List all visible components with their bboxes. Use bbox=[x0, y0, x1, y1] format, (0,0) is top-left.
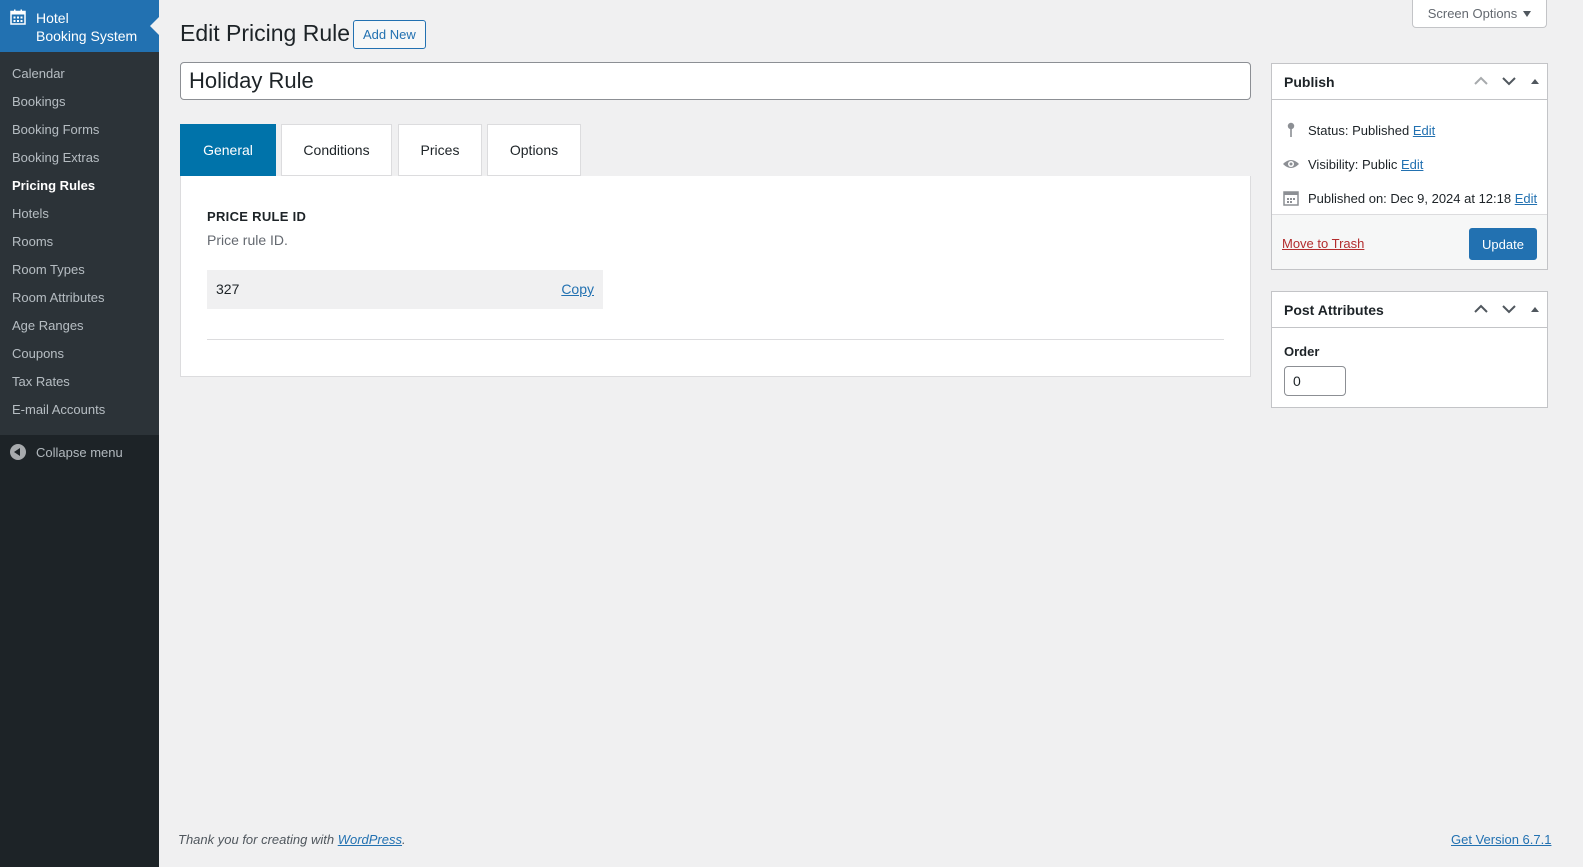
price-rule-id-value: 327 bbox=[216, 281, 240, 297]
sidebar-item-tax-rates[interactable]: Tax Rates bbox=[0, 369, 159, 397]
sidebar-item-pricing-rules[interactable]: Pricing Rules bbox=[0, 173, 159, 201]
sidebar-item-coupons[interactable]: Coupons bbox=[0, 341, 159, 369]
publish-box-title: Publish bbox=[1284, 74, 1335, 90]
post-title-input[interactable] bbox=[180, 62, 1251, 100]
published-on-value: Dec 9, 2024 at 12:18 bbox=[1390, 190, 1512, 206]
edit-date-link[interactable]: Edit bbox=[1515, 191, 1537, 206]
copy-link[interactable]: Copy bbox=[561, 281, 594, 297]
sidebar-item-age-ranges[interactable]: Age Ranges bbox=[0, 313, 159, 341]
sidebar-item-calendar[interactable]: Calendar bbox=[0, 61, 159, 89]
sidebar-item-booking-extras[interactable]: Booking Extras bbox=[0, 145, 159, 173]
update-button[interactable]: Update bbox=[1469, 228, 1537, 260]
move-down-icon[interactable] bbox=[1500, 72, 1518, 90]
move-to-trash-link[interactable]: Move to Trash bbox=[1282, 236, 1364, 251]
status-row: Status: Published Edit bbox=[1282, 122, 1435, 138]
move-down-icon[interactable] bbox=[1500, 300, 1518, 318]
calendar-icon bbox=[1283, 191, 1299, 206]
sidebar-brand-menu[interactable]: Hotel Booking System bbox=[0, 0, 159, 52]
collapse-menu-button[interactable]: Collapse menu bbox=[0, 435, 159, 469]
tab-prices[interactable]: Prices bbox=[398, 124, 482, 176]
brand-title-line1: Hotel bbox=[36, 10, 69, 26]
footer-thanks-suffix: . bbox=[402, 832, 406, 847]
sidebar-item-hotels[interactable]: Hotels bbox=[0, 201, 159, 229]
post-attributes-header: Post Attributes bbox=[1272, 292, 1547, 328]
sidebar-item-rooms[interactable]: Rooms bbox=[0, 229, 159, 257]
get-version-link[interactable]: Get Version 6.7.1 bbox=[1451, 832, 1551, 847]
wordpress-link[interactable]: WordPress bbox=[338, 832, 402, 847]
current-menu-arrow bbox=[150, 17, 159, 35]
status-label: Status: bbox=[1308, 122, 1349, 138]
toggle-panel-icon[interactable] bbox=[1526, 300, 1544, 318]
publish-actions: Move to Trash Update bbox=[1272, 214, 1547, 269]
visibility-row: Visibility: Public Edit bbox=[1282, 156, 1423, 172]
post-attributes-box: Post Attributes Order bbox=[1271, 291, 1548, 408]
footer-thanks: Thank you for creating with WordPress. bbox=[178, 832, 406, 847]
sidebar-item-bookings[interactable]: Bookings bbox=[0, 89, 159, 117]
sidebar-item-room-types[interactable]: Room Types bbox=[0, 257, 159, 285]
screen-options-label: Screen Options bbox=[1427, 6, 1518, 21]
price-rule-id-box: 327 Copy bbox=[207, 270, 603, 309]
move-up-icon[interactable] bbox=[1472, 300, 1490, 318]
edit-visibility-link[interactable]: Edit bbox=[1401, 157, 1423, 172]
caret-down-icon bbox=[1523, 10, 1532, 17]
visibility-label: Visibility: bbox=[1308, 156, 1359, 172]
order-input[interactable] bbox=[1284, 366, 1346, 396]
tab-options[interactable]: Options bbox=[487, 124, 581, 176]
footer-thanks-prefix: Thank you for creating with bbox=[178, 832, 338, 847]
eye-icon bbox=[1283, 160, 1299, 168]
published-on-row: Published on: Dec 9, 2024 at 12:18 Edit bbox=[1282, 190, 1537, 206]
price-rule-id-label: PRICE RULE ID bbox=[207, 209, 307, 224]
tab-general[interactable]: General bbox=[180, 124, 276, 176]
sidebar-submenu: Calendar Bookings Booking Forms Booking … bbox=[0, 52, 159, 435]
collapse-menu-label: Collapse menu bbox=[36, 444, 123, 460]
sidebar-item-booking-forms[interactable]: Booking Forms bbox=[0, 117, 159, 145]
publish-box: Publish Status: Published Edit Visibilit… bbox=[1271, 63, 1548, 270]
published-on-label: Published on: bbox=[1308, 190, 1387, 206]
brand-title-line2: Booking System bbox=[36, 28, 138, 44]
general-tab-panel: PRICE RULE ID Price rule ID. 327 Copy bbox=[180, 176, 1251, 377]
collapse-icon bbox=[10, 444, 26, 460]
add-new-button[interactable]: Add New bbox=[353, 20, 426, 49]
tab-conditions[interactable]: Conditions bbox=[281, 124, 392, 176]
admin-sidebar: Hotel Booking System Calendar Bookings B… bbox=[0, 0, 159, 867]
status-value: Published bbox=[1352, 122, 1410, 138]
panel-divider bbox=[207, 339, 1224, 340]
post-attributes-title: Post Attributes bbox=[1284, 302, 1384, 318]
edit-status-link[interactable]: Edit bbox=[1413, 123, 1435, 138]
pin-icon bbox=[1287, 122, 1295, 137]
sidebar-item-room-attributes[interactable]: Room Attributes bbox=[0, 285, 159, 313]
publish-box-header: Publish bbox=[1272, 64, 1547, 100]
screen-options-button[interactable]: Screen Options bbox=[1412, 0, 1547, 28]
sidebar-item-email-accounts[interactable]: E-mail Accounts bbox=[0, 397, 159, 425]
order-label: Order bbox=[1284, 344, 1320, 359]
move-up-icon[interactable] bbox=[1472, 72, 1490, 90]
price-rule-id-description: Price rule ID. bbox=[207, 232, 288, 248]
toggle-panel-icon[interactable] bbox=[1526, 72, 1544, 90]
page-title: Edit Pricing Rule bbox=[180, 20, 351, 46]
calendar-icon bbox=[10, 9, 26, 25]
visibility-value: Public bbox=[1361, 156, 1398, 172]
